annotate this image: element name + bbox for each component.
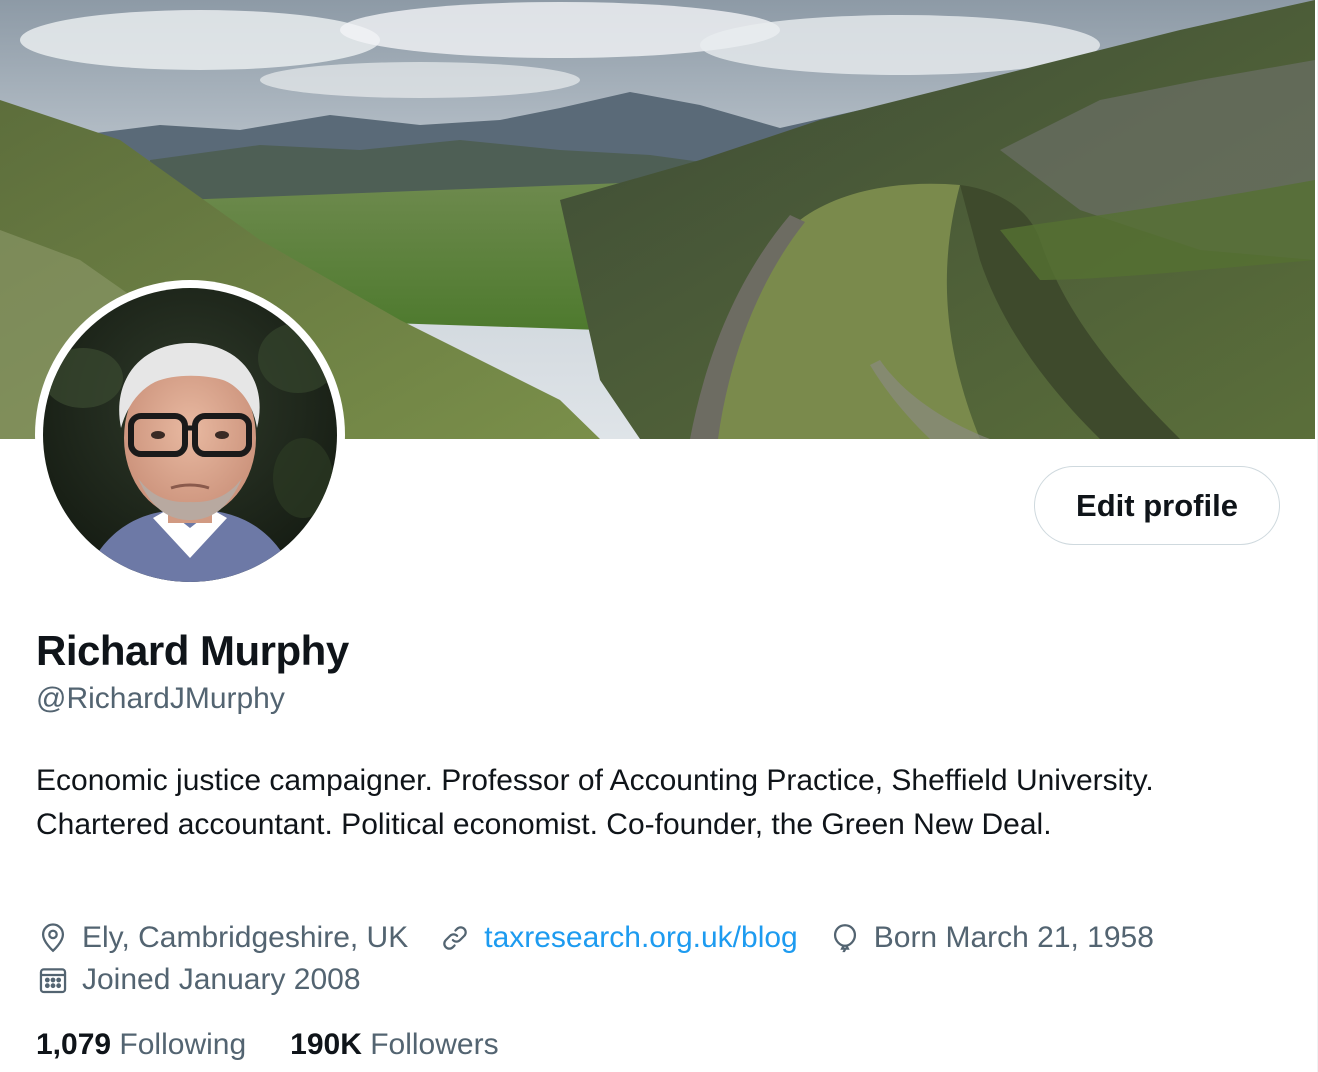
followers-label: Followers bbox=[370, 1028, 499, 1061]
joined-item: Joined January 2008 bbox=[36, 963, 361, 997]
location-text: Ely, Cambridgeshire, UK bbox=[82, 921, 409, 954]
profile-avatar[interactable] bbox=[35, 280, 345, 590]
website-link[interactable]: taxresearch.org.uk/blog bbox=[484, 921, 798, 955]
website-item[interactable]: taxresearch.org.uk/blog bbox=[438, 921, 798, 955]
profile-meta: Ely, Cambridgeshire, UK taxresearch.org.… bbox=[36, 917, 1296, 1001]
edit-profile-button[interactable]: Edit profile bbox=[1034, 466, 1280, 545]
profile-bio: Economic justice campaigner. Professor o… bbox=[36, 764, 1154, 841]
following-link[interactable]: 1,079 Following bbox=[36, 1028, 246, 1062]
birthday-item: Born March 21, 1958 bbox=[828, 921, 1154, 955]
following-count: 1,079 bbox=[36, 1028, 112, 1061]
calendar-icon bbox=[39, 968, 67, 994]
followers-count: 190K bbox=[290, 1028, 362, 1061]
profile-name: Richard Murphy bbox=[36, 627, 349, 674]
location-pin-icon bbox=[41, 923, 65, 953]
balloon-icon bbox=[833, 924, 856, 953]
profile-page: Edit profile Richard Murphy @RichardJMur… bbox=[0, 0, 1318, 1072]
following-label: Following bbox=[119, 1028, 247, 1061]
location-item: Ely, Cambridgeshire, UK bbox=[36, 921, 408, 955]
followers-link[interactable]: 190K Followers bbox=[290, 1028, 498, 1062]
birthday-text: Born March 21, 1958 bbox=[873, 921, 1154, 954]
profile-handle: @RichardJMurphy bbox=[36, 682, 285, 715]
profile-stats: 1,079 Following 190K Followers bbox=[36, 1028, 543, 1062]
joined-text: Joined January 2008 bbox=[82, 963, 361, 996]
link-icon bbox=[443, 926, 468, 950]
